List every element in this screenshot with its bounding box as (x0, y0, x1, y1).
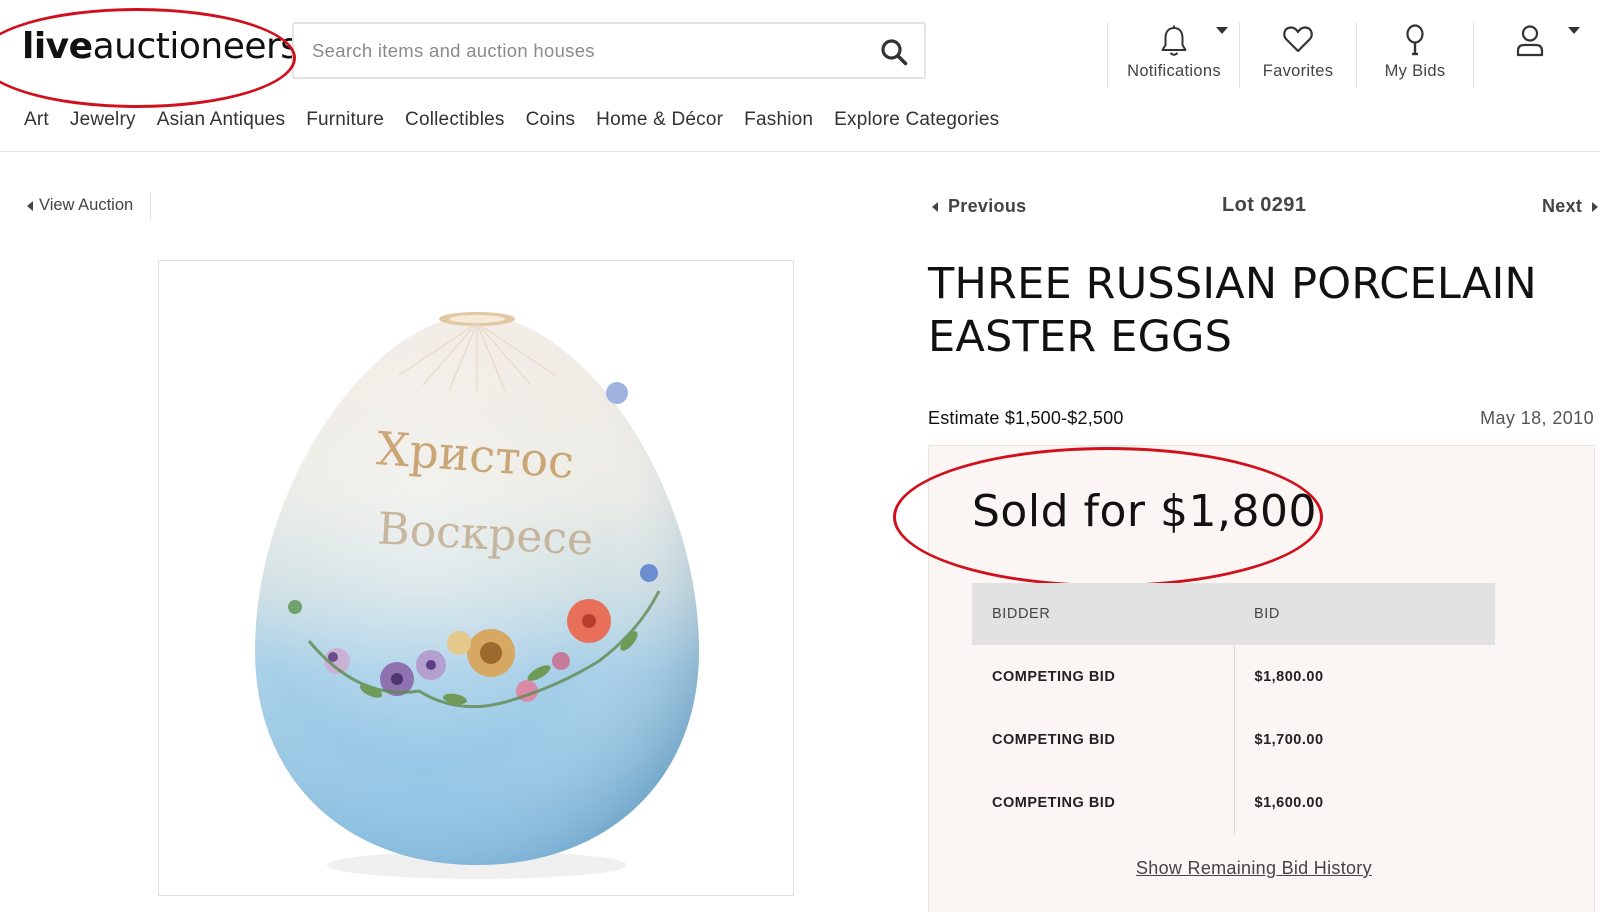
table-row: COMPETING BID $1,700.00 (972, 708, 1495, 771)
category-link[interactable]: Coins (526, 109, 576, 131)
search-icon (881, 39, 908, 66)
column-header-bid: BID (1234, 583, 1495, 645)
category-link[interactable]: Jewelry (70, 109, 136, 131)
item-title: THREE RUSSIAN PORCELAIN EASTER EGGS (928, 259, 1537, 362)
user-icon (1515, 24, 1545, 63)
category-link[interactable]: Home & Décor (596, 109, 723, 131)
bidder-cell: COMPETING BID (972, 645, 1235, 708)
my-bids-button[interactable]: My Bids (1357, 22, 1473, 86)
category-link[interactable]: Explore Categories (834, 109, 999, 131)
bidder-cell: COMPETING BID (972, 771, 1235, 834)
logo-bold-text: live (22, 26, 93, 67)
favorites-button[interactable]: Favorites (1240, 22, 1356, 86)
category-link[interactable]: Art (24, 109, 49, 131)
category-link[interactable]: Fashion (744, 109, 813, 131)
divider (1473, 22, 1474, 88)
divider (150, 192, 151, 220)
column-header-bidder: BIDDER (972, 583, 1234, 645)
previous-lot-link[interactable]: Previous (932, 196, 1026, 217)
search-input[interactable] (312, 24, 852, 77)
lot-number: Lot 0291 (1222, 194, 1307, 216)
chevron-down-icon[interactable] (1568, 27, 1580, 34)
notifications-label: Notifications (1127, 62, 1221, 80)
my-bids-label: My Bids (1384, 62, 1446, 80)
bidder-cell: COMPETING BID (972, 708, 1235, 771)
view-auction-label: View Auction (39, 196, 134, 214)
caret-left-icon (27, 200, 33, 211)
category-link[interactable]: Collectibles (405, 109, 505, 131)
category-nav: Art Jewelry Asian Antiques Furniture Col… (24, 109, 1020, 131)
caret-left-icon (932, 201, 938, 212)
bid-cell: $1,700.00 (1254, 731, 1324, 748)
previous-label: Previous (948, 196, 1027, 216)
item-image[interactable]: Христос Воскресе (158, 260, 794, 896)
bid-cell: $1,800.00 (1254, 668, 1324, 685)
sold-price: Sold for $1,800 (972, 486, 1317, 537)
show-remaining-bids-link[interactable]: Show Remaining Bid History (1136, 858, 1372, 879)
view-auction-link[interactable]: View Auction (27, 196, 133, 215)
search-bar (292, 22, 926, 79)
chevron-down-icon[interactable] (1216, 27, 1228, 34)
heart-icon (1282, 24, 1314, 59)
estimate-text: Estimate $1,500-$2,500 (928, 408, 1124, 428)
egg-image: Христос Воскресе (255, 312, 699, 879)
favorites-label: Favorites (1262, 62, 1334, 80)
category-link[interactable]: Asian Antiques (157, 109, 286, 131)
bid-history-table: BIDDER BID COMPETING BID $1,800.00 COMPE… (972, 583, 1495, 834)
site-header: liveauctioneers Notifications (0, 0, 1600, 152)
table-row: COMPETING BID $1,800.00 (972, 645, 1495, 708)
category-link[interactable]: Furniture (306, 109, 384, 131)
next-lot-link[interactable]: Next (1542, 196, 1599, 217)
site-logo[interactable]: liveauctioneers (22, 26, 299, 67)
table-header-row: BIDDER BID (972, 583, 1495, 645)
logo-text: auctioneers (92, 26, 299, 67)
table-row: COMPETING BID $1,600.00 (972, 771, 1495, 834)
auction-date: May 18, 2010 (1480, 408, 1594, 428)
divider (1107, 22, 1108, 88)
account-button[interactable] (1500, 22, 1560, 86)
bid-cell: $1,600.00 (1254, 794, 1324, 811)
search-button[interactable] (878, 36, 910, 68)
caret-right-icon (1592, 201, 1599, 212)
next-label: Next (1542, 196, 1583, 216)
bell-icon (1159, 24, 1189, 63)
paddle-icon (1404, 24, 1426, 63)
